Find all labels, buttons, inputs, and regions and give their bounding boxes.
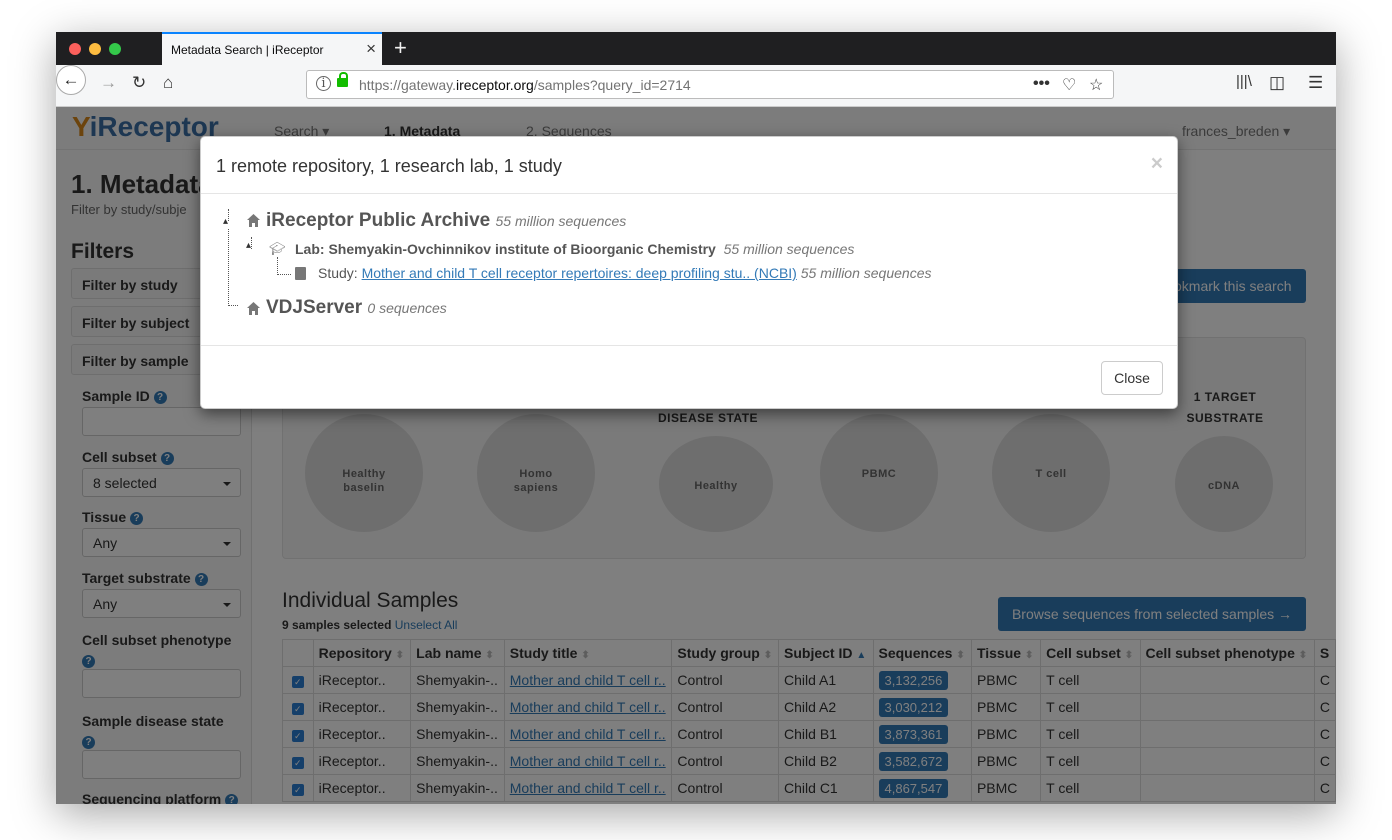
url-bar[interactable]: i https://gateway.ireceptor.org/samples?… xyxy=(306,70,1114,99)
menu-icon[interactable]: ☰ xyxy=(1308,73,1323,93)
library-icon[interactable]: |||\ xyxy=(1236,73,1252,90)
tab-title: Metadata Search | iReceptor xyxy=(171,43,324,57)
more-actions-icon[interactable]: ••• xyxy=(1033,75,1050,93)
tree-toggle-icon[interactable]: ▴ xyxy=(223,216,228,227)
repository-node[interactable]: VDJServer 0 sequences xyxy=(266,297,447,319)
home-icon xyxy=(247,214,260,227)
new-tab-icon[interactable]: + xyxy=(394,35,407,61)
repositories-modal: 1 remote repository, 1 research lab, 1 s… xyxy=(200,136,1178,409)
close-window-button[interactable] xyxy=(69,43,81,55)
modal-close-icon[interactable]: × xyxy=(1151,152,1163,176)
reload-icon[interactable]: ↻ xyxy=(132,73,146,93)
minimize-window-button[interactable] xyxy=(89,43,101,55)
lab-node[interactable]: Lab: Shemyakin-Ovchinnikov institute of … xyxy=(295,241,854,257)
home-icon xyxy=(247,302,260,315)
info-icon[interactable]: i xyxy=(316,76,331,91)
forward-arrow-icon[interactable]: → xyxy=(100,73,117,93)
pocket-icon[interactable]: ♡ xyxy=(1062,75,1076,95)
tab-close-icon[interactable]: × xyxy=(366,39,376,59)
home-icon[interactable]: ⌂ xyxy=(163,73,173,93)
star-icon[interactable]: ☆ xyxy=(1089,75,1103,95)
back-arrow-icon[interactable]: ← xyxy=(56,65,86,95)
navigation-toolbar: ← → ↻ ⌂ i https://gateway.ireceptor.org/… xyxy=(56,65,1336,107)
tree-line xyxy=(277,257,291,275)
study-link[interactable]: Mother and child T cell receptor reperto… xyxy=(362,265,797,281)
divider xyxy=(201,193,1177,194)
tree-line xyxy=(228,209,238,221)
lock-icon xyxy=(337,72,348,87)
study-node: Study: Mother and child T cell receptor … xyxy=(318,265,932,281)
browser-tab[interactable]: Metadata Search | iReceptor × xyxy=(162,32,382,65)
modal-title: 1 remote repository, 1 research lab, 1 s… xyxy=(216,156,562,176)
repository-node[interactable]: iReceptor Public Archive 55 million sequ… xyxy=(266,210,626,232)
divider xyxy=(201,345,1177,346)
tree-line xyxy=(251,237,259,249)
book-icon xyxy=(295,267,306,280)
graduation-cap-icon: 🎓︎ xyxy=(269,241,286,256)
tree-line xyxy=(228,229,238,306)
sidebar-toggle-icon[interactable]: ◫ xyxy=(1269,73,1285,93)
tab-bar: Metadata Search | iReceptor × + xyxy=(56,32,1336,65)
tree-toggle-icon[interactable]: ▴ xyxy=(246,240,251,251)
close-button[interactable]: Close xyxy=(1101,361,1163,395)
browser-window: Metadata Search | iReceptor × + ← → ↻ ⌂ … xyxy=(56,32,1336,804)
url-text: https://gateway.ireceptor.org/samples?qu… xyxy=(359,77,691,93)
zoom-window-button[interactable] xyxy=(109,43,121,55)
